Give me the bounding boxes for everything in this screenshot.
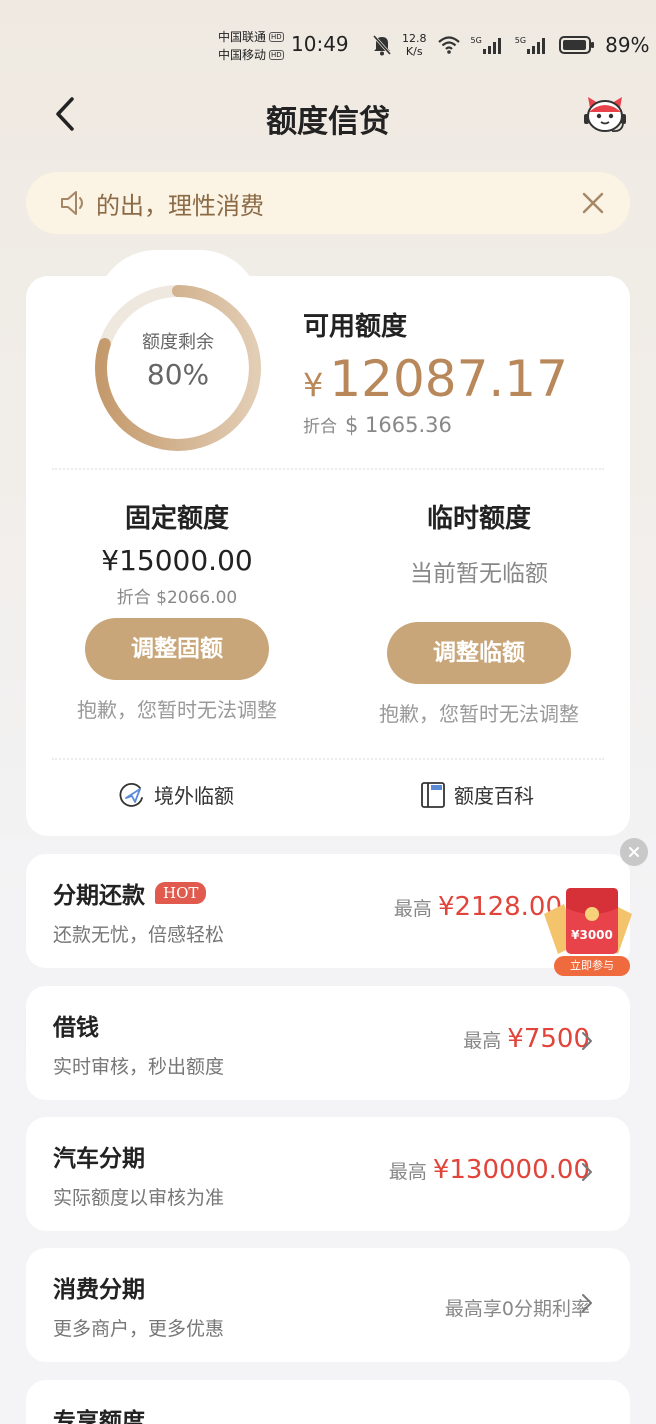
- adjust-fixed-button[interactable]: 调整固额: [85, 618, 269, 680]
- plane-icon: [119, 782, 143, 807]
- product-promo: 最高享0分期利率: [444, 1298, 590, 1320]
- overseas-temp-limit-link[interactable]: 境外临额: [118, 780, 234, 809]
- product-title: 汽车分期: [53, 1146, 145, 1172]
- close-icon[interactable]: [578, 188, 608, 218]
- temp-adjust-note: 抱歉，您暂时无法调整: [379, 702, 579, 726]
- product-title: 分期还款: [53, 883, 145, 909]
- chevron-right-icon: [582, 1294, 592, 1312]
- hd-badge: HD: [269, 32, 284, 42]
- product-borrow[interactable]: 借钱 实时审核，秒出额度 最高 ¥7500: [26, 986, 630, 1100]
- fixed-limit-amount: ¥15000.00: [101, 544, 253, 577]
- available-limit-label: 可用额度: [303, 312, 408, 342]
- hd-badge: HD: [269, 50, 284, 60]
- product-subtitle: 实际额度以审核为准: [53, 1187, 225, 1209]
- notice-text: 的出，理性消费: [96, 191, 264, 220]
- status-bar: 中国联通 HD 中国移动 HD 10:49 12.8 K/s 5G 5G 89%: [0, 0, 656, 90]
- close-icon: [629, 847, 639, 857]
- battery-icon: [559, 36, 595, 54]
- fixed-limit-section: 固定额度 ¥15000.00 折合 $2066.00 调整固额 抱歉，您暂时无法…: [26, 498, 328, 723]
- chevron-right-icon: [582, 1163, 592, 1181]
- product-title: 专享额度: [53, 1409, 145, 1424]
- signal-icon-1: 5G: [471, 36, 505, 54]
- ring-percent: 80%: [146, 358, 210, 391]
- page-title: 额度信贷: [266, 104, 390, 140]
- carrier-1: 中国联通: [218, 30, 267, 44]
- hot-badge: HOT: [155, 882, 207, 904]
- book-icon: [421, 781, 445, 808]
- product-car-installment[interactable]: 汽车分期 实际额度以审核为准 最高 ¥130000.00: [26, 1117, 630, 1231]
- available-usd: 折合 $ 1665.36: [303, 413, 452, 437]
- temp-limit-title: 临时额度: [426, 504, 531, 534]
- temp-limit-status: 当前暂无临额: [410, 561, 548, 587]
- overseas-link-label: 境外临额: [154, 784, 234, 808]
- product-subtitle: 实时审核，秒出额度: [53, 1056, 225, 1078]
- nav-header: 额度信贷: [0, 82, 656, 148]
- quick-links: 境外临额 额度百科: [26, 780, 630, 820]
- product-max-amount: 最高 ¥130000.00: [388, 1155, 590, 1185]
- battery-percent: 89%: [605, 33, 650, 57]
- product-max-amount: 最高 ¥7500: [463, 1024, 590, 1054]
- product-subtitle: 更多商户，更多优惠: [53, 1318, 225, 1340]
- wifi-icon: [437, 36, 460, 54]
- promo-amount: ¥3000: [571, 928, 613, 942]
- status-time: 10:49: [291, 32, 349, 56]
- product-consumer-installment[interactable]: 消费分期 更多商户，更多优惠 最高享0分期利率: [26, 1248, 630, 1362]
- adjust-temp-button[interactable]: 调整临额: [387, 622, 571, 684]
- available-amount-value: 12087.17: [329, 350, 568, 408]
- currency-symbol: ¥: [303, 366, 324, 404]
- carrier-info: 中国联通 HD 中国移动 HD: [218, 28, 284, 64]
- speaker-icon: [61, 191, 83, 215]
- available-limit-amount: ¥ 12087.17: [303, 350, 568, 408]
- fixed-limit-usd: 折合 $2066.00: [116, 588, 238, 608]
- temp-limit-section: 临时额度 当前暂无临额 调整临额 抱歉，您暂时无法调整: [328, 498, 630, 727]
- floating-red-packet-promo[interactable]: ¥3000 立即参与: [540, 884, 636, 978]
- notice-banner[interactable]: 的出，理性消费: [26, 172, 630, 234]
- product-subtitle: 还款无忧，倍感轻松: [53, 924, 225, 946]
- mascot-service-icon[interactable]: [582, 94, 628, 136]
- mute-bell-icon: [372, 35, 392, 56]
- net-speed: 12.8 K/s: [402, 32, 427, 58]
- ring-label: 额度剩余: [142, 332, 214, 353]
- product-title: 借钱: [53, 1015, 99, 1041]
- carrier-2: 中国移动: [218, 48, 267, 62]
- join-now-button[interactable]: 立即参与: [554, 956, 630, 976]
- credit-limit-card: 额度剩余 80% 可用额度 ¥ 12087.17 折合 $ 1665.36 固定额…: [26, 250, 630, 836]
- signal-icon-2: 5G: [515, 36, 549, 54]
- fixed-adjust-note: 抱歉，您暂时无法调整: [77, 698, 277, 722]
- chevron-right-icon: [582, 1032, 592, 1050]
- limit-wiki-link[interactable]: 额度百科: [420, 780, 534, 809]
- divider: [52, 468, 604, 470]
- product-max-amount: 最高 ¥2128.00: [393, 892, 562, 922]
- product-title: 消费分期: [53, 1277, 145, 1303]
- product-exclusive-limit[interactable]: 专享额度: [26, 1380, 630, 1424]
- wiki-link-label: 额度百科: [454, 784, 534, 808]
- promo-close-button[interactable]: [620, 838, 648, 866]
- divider: [52, 758, 604, 760]
- fixed-limit-title: 固定额度: [124, 504, 229, 534]
